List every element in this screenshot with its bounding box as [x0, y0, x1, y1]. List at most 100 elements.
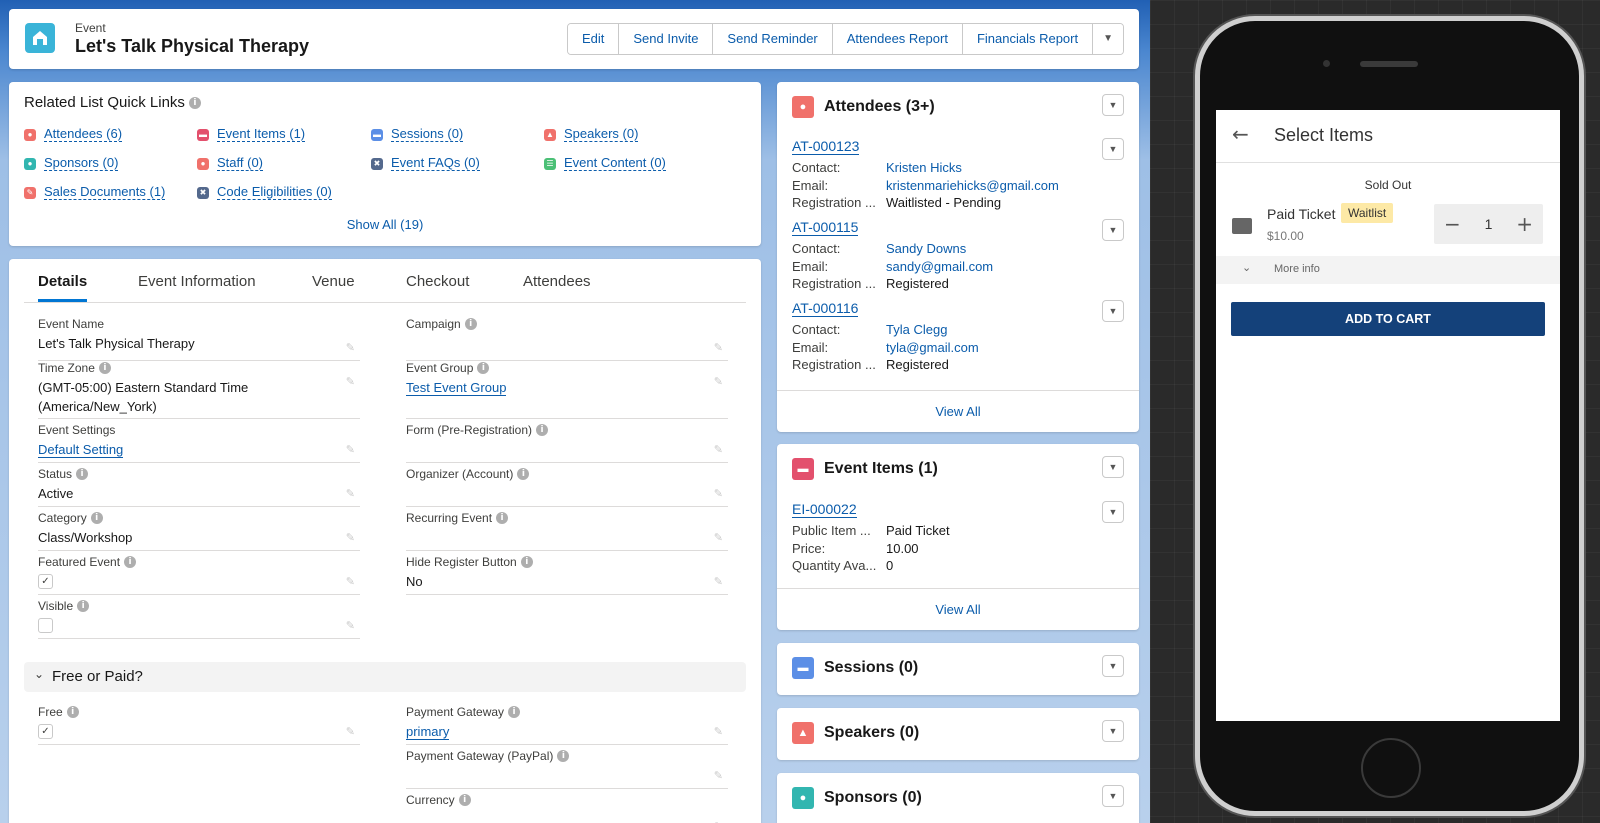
info-icon[interactable]: i [520, 556, 533, 568]
edit-pencil-icon[interactable]: ✎ [346, 375, 355, 388]
edit-pencil-icon[interactable]: ✎ [714, 375, 723, 388]
quick-link-sessions[interactable]: ▬ Sessions (0) [371, 127, 464, 142]
list-actions-chevron-down-icon[interactable]: ▼ [1102, 94, 1124, 116]
info-icon[interactable]: i [188, 97, 201, 110]
event-items-icon: ▬ [197, 128, 209, 141]
add-to-cart-button[interactable]: ADD TO CART [1231, 302, 1545, 336]
view-all-link[interactable]: View All [777, 390, 1139, 432]
quick-link-event-faqs[interactable]: ✖ Event FAQs (0) [371, 156, 480, 171]
info-icon[interactable]: i [124, 556, 137, 568]
info-icon[interactable]: i [98, 362, 111, 374]
quick-link-sales-documents[interactable]: ✎ Sales Documents (1) [24, 185, 166, 200]
edit-pencil-icon[interactable]: ✎ [714, 341, 723, 354]
back-arrow-icon[interactable]: ← [1232, 122, 1249, 146]
info-icon[interactable]: i [77, 600, 90, 612]
field-time-zone: Time Zone i (GMT-05:00) Eastern Standard … [38, 361, 360, 419]
field-status: Status i Active ✎ [38, 467, 360, 507]
more-info-toggle[interactable]: ⌄ More info [1216, 256, 1560, 284]
list-actions-chevron-down-icon[interactable]: ▼ [1102, 456, 1124, 478]
edit-pencil-icon[interactable]: ✎ [714, 443, 723, 456]
ticket-icon [1232, 218, 1252, 234]
attendees-related-list: ● Attendees (3+) ▼ AT-000123 Contact: Kris… [777, 82, 1139, 432]
edit-pencil-icon[interactable]: ✎ [346, 619, 355, 632]
chevron-down-icon: ⌄ [1242, 262, 1252, 274]
quick-link-sponsors[interactable]: ● Sponsors (0) [24, 156, 119, 171]
speakers-related-list: ▲ Speakers (0) ▼ [777, 708, 1139, 760]
field-visible: Visible i ✎ [38, 599, 360, 639]
quick-link-event-content[interactable]: ☰ Event Content (0) [544, 156, 666, 171]
row-actions-chevron-down-icon[interactable]: ▼ [1102, 501, 1124, 523]
row-actions-chevron-down-icon[interactable]: ▼ [1102, 138, 1124, 160]
edit-pencil-icon[interactable]: ✎ [346, 575, 355, 588]
info-icon[interactable]: i [496, 512, 509, 524]
header-actions: Edit Send Invite Send Reminder Attendees… [566, 23, 1124, 55]
visible-checkbox[interactable] [38, 618, 53, 633]
edit-button[interactable]: Edit [567, 24, 620, 54]
edit-pencil-icon[interactable]: ✎ [346, 725, 355, 738]
edit-pencil-icon[interactable]: ✎ [714, 487, 723, 500]
row-actions-chevron-down-icon[interactable]: ▼ [1102, 300, 1124, 322]
more-actions-chevron-down-icon[interactable]: ▼ [1093, 24, 1123, 54]
field-free: Free i ✓ ✎ [38, 705, 360, 745]
edit-pencil-icon[interactable]: ✎ [346, 531, 355, 544]
send-invite-button[interactable]: Send Invite [619, 24, 714, 54]
edit-pencil-icon[interactable]: ✎ [346, 443, 355, 456]
list-actions-chevron-down-icon[interactable]: ▼ [1102, 655, 1124, 677]
quick-link-attendees[interactable]: ● Attendees (6) [24, 127, 123, 142]
financials-report-button[interactable]: Financials Report [962, 24, 1094, 54]
plus-icon[interactable]: + [1516, 212, 1533, 236]
tab-event-information[interactable]: Event Information [138, 273, 256, 290]
quick-link-staff[interactable]: ● Staff (0) [197, 156, 264, 171]
info-icon[interactable]: i [557, 750, 570, 762]
quick-link-code-eligibilities[interactable]: ✖ Code Eligibilities (0) [197, 185, 332, 200]
list-item: EI-000022 Public Item ... Paid Ticket Pri… [792, 501, 950, 573]
field-currency: Currencyi ✎ [406, 793, 728, 823]
list-actions-chevron-down-icon[interactable]: ▼ [1102, 720, 1124, 742]
edit-pencil-icon[interactable]: ✎ [346, 487, 355, 500]
edit-pencil-icon[interactable]: ✎ [714, 769, 723, 782]
camera-icon [1323, 60, 1330, 67]
tab-checkout[interactable]: Checkout [406, 273, 469, 290]
info-icon[interactable]: i [508, 706, 521, 718]
info-icon[interactable]: i [66, 706, 79, 718]
field-form-pre-registration: Form (Pre-Registration) i ✎ [406, 423, 728, 463]
speakers-icon: ▲ [792, 722, 814, 744]
edit-pencil-icon[interactable]: ✎ [714, 575, 723, 588]
field-event-group: Event Group i Test Event Group ✎ [406, 361, 728, 419]
show-all-link[interactable]: Show All (19) [9, 217, 761, 232]
featured-event-checkbox[interactable]: ✓ [38, 574, 53, 589]
row-actions-chevron-down-icon[interactable]: ▼ [1102, 219, 1124, 241]
tab-attendees[interactable]: Attendees [523, 273, 591, 290]
object-label: Event [75, 21, 106, 35]
list-item: AT-000123 Contact: Kristen Hicks Email: kr… [792, 138, 1059, 210]
info-icon[interactable]: i [90, 512, 103, 524]
free-checkbox[interactable]: ✓ [38, 724, 53, 739]
info-icon[interactable]: i [464, 318, 477, 330]
page-title: Let's Talk Physical Therapy [75, 36, 310, 56]
sessions-icon: ▬ [371, 128, 383, 141]
field-payment-gateway-paypal: Payment Gateway (PayPal) i ✎ [406, 749, 728, 789]
quick-link-event-items[interactable]: ▬ Event Items (1) [197, 127, 306, 142]
home-button[interactable] [1361, 738, 1421, 798]
info-icon[interactable]: i [536, 424, 549, 436]
tab-bar: Details Event Information Venue Checkout… [24, 259, 746, 303]
edit-pencil-icon[interactable]: ✎ [346, 341, 355, 354]
event-icon [25, 23, 55, 53]
edit-pencil-icon[interactable]: ✎ [714, 531, 723, 544]
quick-link-speakers[interactable]: ▲ Speakers (0) [544, 127, 639, 142]
related-list-quick-links: Related List Quick Links i ● Attendees (6)… [9, 82, 761, 246]
details-card: Details Event Information Venue Checkout… [9, 259, 761, 823]
tab-details[interactable]: Details [38, 273, 88, 302]
info-icon[interactable]: i [517, 468, 530, 480]
info-icon[interactable]: i [458, 794, 471, 806]
attendees-report-button[interactable]: Attendees Report [832, 24, 963, 54]
view-all-link[interactable]: View All [777, 588, 1139, 630]
edit-pencil-icon[interactable]: ✎ [714, 725, 723, 738]
info-icon[interactable]: i [76, 468, 89, 480]
info-icon[interactable]: i [477, 362, 490, 374]
send-reminder-button[interactable]: Send Reminder [713, 24, 833, 54]
section-free-or-paid[interactable]: ⌄ Free or Paid? [24, 662, 746, 692]
tab-venue[interactable]: Venue [312, 273, 355, 290]
list-actions-chevron-down-icon[interactable]: ▼ [1102, 785, 1124, 807]
minus-icon[interactable]: − [1444, 212, 1461, 236]
